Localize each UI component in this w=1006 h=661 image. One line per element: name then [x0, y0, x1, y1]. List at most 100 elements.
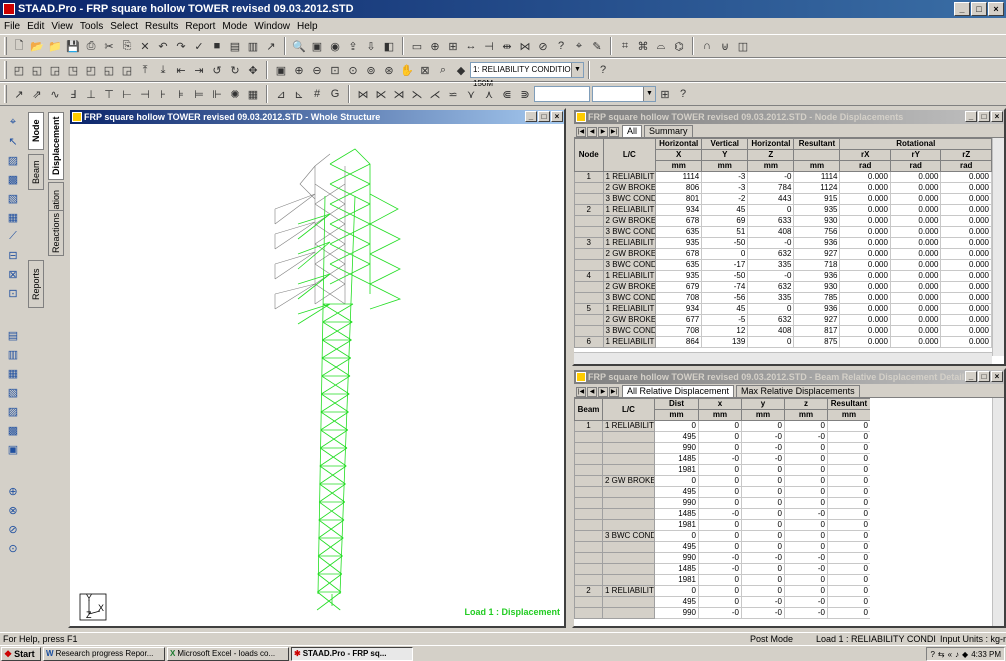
label-icon[interactable]: ⋉: [373, 86, 389, 102]
display-window-icon[interactable]: ▣: [273, 62, 289, 78]
table-cell[interactable]: [574, 519, 603, 531]
menu-select[interactable]: Select: [110, 21, 138, 32]
table-cell[interactable]: 1981: [654, 464, 699, 476]
fx-icon[interactable]: Ⅎ: [65, 86, 81, 102]
parallel-cursor-icon[interactable]: ⟋: [5, 228, 21, 244]
save-icon[interactable]: 💾: [65, 38, 81, 54]
table-cell[interactable]: 3 BWC COND: [602, 530, 655, 542]
table-cell[interactable]: 0.000: [889, 292, 942, 304]
table-cell[interactable]: 678: [655, 248, 703, 260]
table-cell[interactable]: [574, 596, 603, 608]
rectangle-select-icon[interactable]: ▭: [409, 38, 425, 54]
table-cell[interactable]: [574, 453, 603, 465]
table-cell[interactable]: 0: [827, 486, 870, 498]
link-icon[interactable]: ⊎: [717, 38, 733, 54]
table-cell[interactable]: 0: [827, 552, 870, 564]
scale-combo[interactable]: [534, 86, 590, 102]
table-cell[interactable]: 1981: [654, 574, 699, 586]
table-cell[interactable]: 935: [655, 270, 703, 282]
table-cell[interactable]: 806: [655, 182, 703, 194]
table-cell[interactable]: 0: [741, 508, 785, 520]
table-row[interactable]: 1981 0 0 0 0: [574, 464, 870, 476]
menu-file[interactable]: File: [4, 21, 20, 32]
col-beam-z[interactable]: z: [784, 398, 828, 410]
table-row[interactable]: 21 RELIABILIT 934 45 0 935 0.000 0.000 0.000: [574, 204, 992, 216]
table-cell[interactable]: 6: [574, 336, 604, 348]
table-cell[interactable]: [574, 248, 604, 260]
new-file-icon[interactable]: 🗋: [11, 38, 27, 54]
table-cell[interactable]: [574, 182, 604, 194]
table-row[interactable]: 495 0 -0 -0 0: [574, 431, 870, 443]
table-cell[interactable]: 2 GW BROKE: [602, 215, 657, 227]
table-cell[interactable]: 1: [574, 171, 604, 183]
table-cell[interactable]: 0: [784, 453, 828, 465]
table-cell[interactable]: -0: [741, 431, 785, 443]
table-cell[interactable]: 1124: [793, 182, 841, 194]
table-cell[interactable]: 0: [741, 541, 785, 553]
table-cell[interactable]: 1 RELIABILIT: [602, 303, 657, 315]
table-cell[interactable]: [574, 574, 603, 586]
table-cell[interactable]: 0: [784, 530, 828, 542]
table-cell[interactable]: [574, 215, 604, 227]
table-cell[interactable]: 0.000: [889, 336, 942, 348]
col-y[interactable]: Y: [701, 149, 749, 161]
dimension-view-icon[interactable]: ⊠: [417, 62, 433, 78]
beam-close-button[interactable]: ×: [991, 371, 1003, 382]
report-icon[interactable]: ▤: [227, 38, 243, 54]
table-cell[interactable]: 0: [784, 442, 828, 454]
table-cell[interactable]: 0: [701, 248, 749, 260]
table-cell[interactable]: 936: [793, 303, 841, 315]
rotate-left-icon[interactable]: ⇤: [173, 62, 189, 78]
import-icon[interactable]: ⇩: [363, 38, 379, 54]
table-cell[interactable]: 0.000: [940, 325, 992, 337]
table-cell[interactable]: 1 RELIABILIT: [602, 237, 657, 249]
table-cell[interactable]: 864: [655, 336, 703, 348]
wrench-icon[interactable]: ✎: [589, 38, 605, 54]
table-cell[interactable]: 0: [827, 585, 870, 597]
table-cell[interactable]: 930: [793, 281, 841, 293]
table-cell[interactable]: [574, 325, 604, 337]
prev-sheet-icon[interactable]: ◀: [587, 387, 597, 397]
table-cell[interactable]: 0.000: [889, 270, 942, 282]
col-resultant[interactable]: [793, 149, 841, 161]
table-cell[interactable]: 0.000: [839, 237, 891, 249]
table-cell[interactable]: 1 RELIABILIT: [602, 420, 655, 432]
run-analysis-icon[interactable]: ✓: [191, 38, 207, 54]
first-sheet-icon[interactable]: |◀: [576, 387, 586, 397]
table-cell[interactable]: [602, 442, 655, 454]
table-cell[interactable]: 0: [827, 541, 870, 553]
table-cell[interactable]: 0: [827, 530, 870, 542]
dimension-icon[interactable]: ↔: [463, 38, 479, 54]
table-cell[interactable]: 677: [655, 314, 703, 326]
table-row[interactable]: 495 0 0 0 0: [574, 486, 870, 498]
table-cell[interactable]: 0: [654, 530, 699, 542]
legend-icon[interactable]: ⋋: [409, 86, 425, 102]
members-cursor-icon[interactable]: ⊟: [5, 247, 21, 263]
table-cell[interactable]: 1: [574, 420, 603, 432]
table-cell[interactable]: 3 BWC COND: [602, 325, 657, 337]
table-cell[interactable]: 0.000: [940, 292, 992, 304]
beam-maximize-button[interactable]: □: [978, 371, 990, 382]
table-cell[interactable]: 0.000: [839, 292, 891, 304]
group-b-icon[interactable]: ⊗: [5, 502, 21, 518]
table-cell[interactable]: 3 BWC COND: [602, 226, 657, 238]
table-cell[interactable]: -50: [701, 270, 749, 282]
grid-icon[interactable]: ⊞: [445, 38, 461, 54]
table-cell[interactable]: 0: [698, 541, 742, 553]
table-cell[interactable]: -0: [784, 508, 828, 520]
table-cell[interactable]: [574, 292, 604, 304]
table-cell[interactable]: 990: [654, 552, 699, 564]
table-row[interactable]: 51 RELIABILIT 934 45 0 936 0.000 0.000 0.000: [574, 303, 992, 315]
table-cell[interactable]: 633: [747, 215, 795, 227]
table-row[interactable]: 2 GW BROKE 0 0 0 0 0: [574, 475, 870, 487]
plates-cursor-icon[interactable]: ▨: [5, 152, 21, 168]
table-cell[interactable]: 0: [827, 475, 870, 487]
tab-beam[interactable]: Beam: [28, 154, 44, 190]
table-cell[interactable]: 0: [784, 420, 828, 432]
table-cell[interactable]: [602, 519, 655, 531]
taskbar-item-staad[interactable]: ✱ STAAD.Pro - FRP sq...: [291, 646, 413, 661]
table-cell[interactable]: 408: [747, 325, 795, 337]
table-cell[interactable]: 3: [574, 237, 604, 249]
table-cell[interactable]: 0.000: [889, 281, 942, 293]
table-cell[interactable]: 0: [698, 574, 742, 586]
